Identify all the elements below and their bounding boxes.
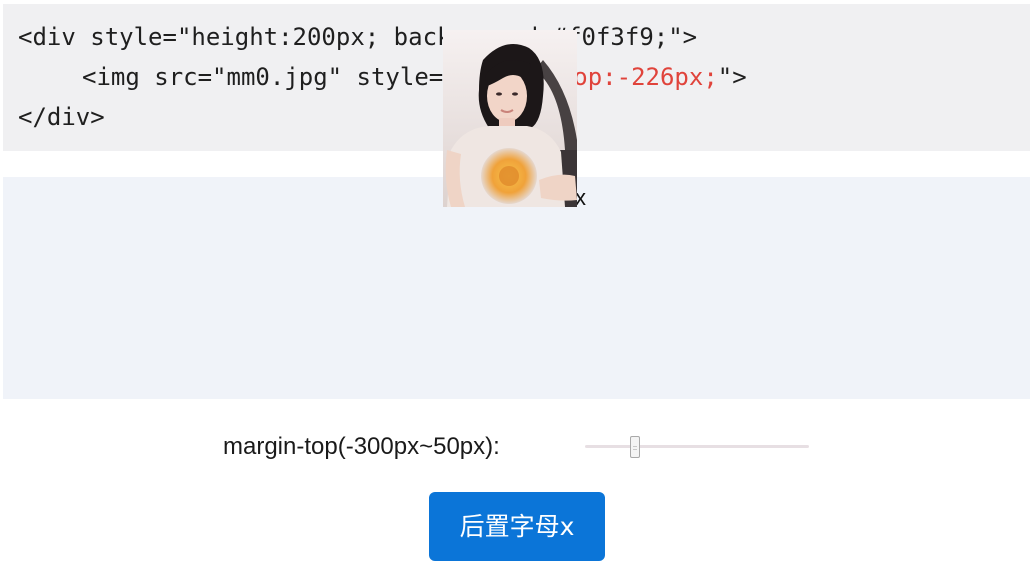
- code-line-2-suffix: ">: [717, 63, 747, 91]
- code-line-1: <div style="height:200px; background:#f0…: [18, 23, 698, 51]
- portrait-photo: [443, 30, 577, 207]
- demo-container: [3, 177, 1030, 399]
- margin-top-label: margin-top(-300px~50px):: [223, 433, 500, 460]
- append-letter-button[interactable]: 后置字母x: [429, 492, 605, 561]
- slider-thumb[interactable]: [630, 436, 640, 458]
- margin-top-slider[interactable]: [585, 436, 809, 458]
- slider-track[interactable]: [585, 445, 809, 448]
- code-line-2: <img src="mm0.jpg" style="margin-top:-22…: [82, 62, 747, 92]
- code-line-2-prefix: <img src="mm0.jpg" style=": [82, 63, 458, 91]
- portrait-image: [443, 30, 577, 207]
- page: <div style="height:200px; background:#f0…: [0, 0, 1035, 564]
- code-line-3: </div>: [18, 103, 105, 131]
